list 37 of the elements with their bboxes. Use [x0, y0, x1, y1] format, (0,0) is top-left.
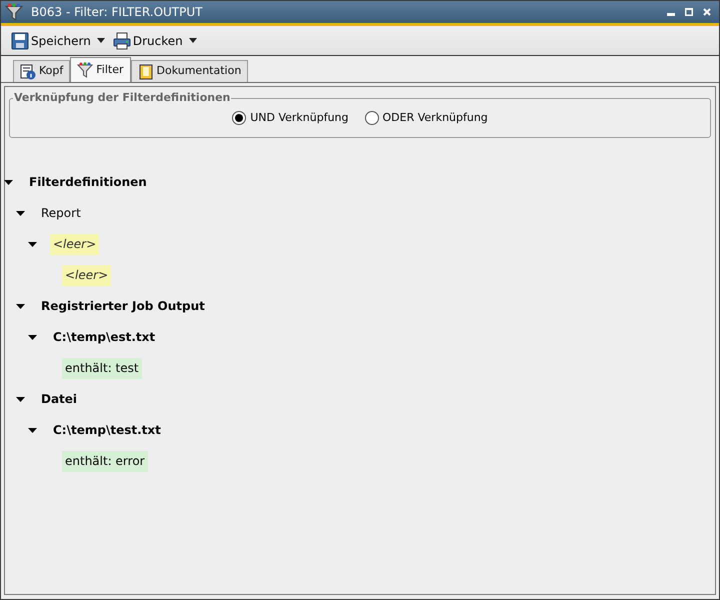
- tree-node[interactable]: Filterdefinitionen: [26, 172, 150, 193]
- document-info-icon: [20, 64, 36, 80]
- radio-option[interactable]: UND Verknüpfung: [232, 110, 349, 126]
- tree-node[interactable]: <leer>: [50, 234, 100, 255]
- tab[interactable]: Kopf: [13, 60, 70, 82]
- tab[interactable]: Filter: [70, 57, 131, 82]
- tree-node[interactable]: C:\temp\est.txt: [50, 327, 158, 348]
- tree-node[interactable]: Datei: [38, 389, 80, 410]
- expand-arrow-icon[interactable]: [16, 210, 24, 216]
- tree-node[interactable]: Report: [38, 203, 84, 224]
- expand-arrow-icon[interactable]: [4, 180, 12, 186]
- printer-icon: [112, 32, 131, 50]
- tree-node[interactable]: C:\temp\test.txt: [50, 420, 164, 441]
- funnel-icon: [77, 62, 94, 78]
- close-icon[interactable]: [703, 8, 711, 16]
- tree-node[interactable]: <leer>: [62, 265, 112, 286]
- book-icon: [138, 64, 154, 80]
- funnel-icon: [5, 3, 23, 21]
- tree-node[interactable]: enthält: test: [62, 358, 142, 379]
- radio-button[interactable]: [364, 111, 379, 125]
- tree-node[interactable]: enthält: error: [62, 451, 148, 472]
- radio-option[interactable]: ODER Verknüpfung: [364, 110, 488, 126]
- maximize-icon[interactable]: [685, 8, 693, 16]
- window-title: B063 - Filter: FILTER.OUTPUT: [31, 4, 202, 21]
- expand-arrow-icon[interactable]: [28, 334, 36, 340]
- toolbar-button[interactable]: Drucken: [112, 32, 183, 50]
- tab[interactable]: Dokumentation: [130, 60, 248, 82]
- expand-arrow-icon[interactable]: [28, 428, 36, 434]
- group-title: Verknüpfung der Filterdefinitionen: [13, 91, 232, 105]
- dropdown-arrow-icon[interactable]: [96, 38, 105, 43]
- expand-arrow-icon[interactable]: [16, 304, 24, 310]
- tree-node[interactable]: Registrierter Job Output: [38, 296, 208, 317]
- radio-button[interactable]: [232, 111, 246, 125]
- expand-arrow-icon[interactable]: [28, 242, 36, 248]
- expand-arrow-icon[interactable]: [16, 396, 24, 402]
- dropdown-arrow-icon[interactable]: [188, 38, 197, 43]
- toolbar-button[interactable]: Speichern: [11, 32, 91, 50]
